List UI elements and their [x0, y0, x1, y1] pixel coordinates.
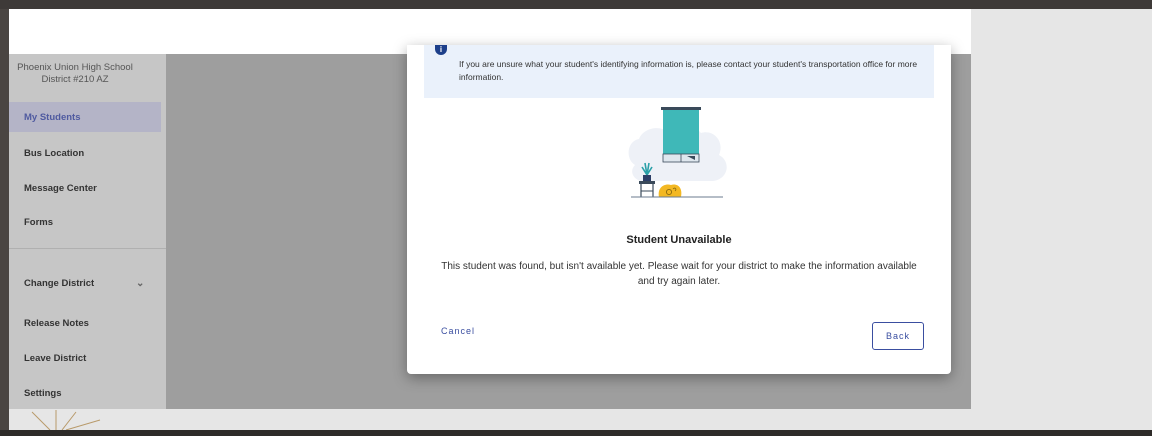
sidebar-item-release-notes[interactable]: Release Notes — [9, 308, 161, 338]
district-name-line2: District #210 AZ — [41, 74, 109, 85]
sidebar-item-change-district[interactable]: Change District ⌄ — [9, 268, 161, 298]
sidebar-item-label: Forms — [24, 216, 54, 228]
sidebar-item-label: Change District — [24, 277, 95, 289]
empty-state-illustration — [628, 107, 727, 198]
decorative-burst — [31, 410, 101, 430]
sidebar-item-label: My Students — [24, 111, 81, 123]
sidebar-item-label: Leave District — [24, 352, 87, 364]
info-icon: i — [435, 45, 447, 55]
info-text: If you are unsure what your student's id… — [459, 59, 918, 82]
dialog-title: Student Unavailable — [626, 234, 732, 246]
student-unavailable-dialog: i If you are unsure what your student's … — [407, 45, 951, 374]
sidebar-item-label: Message Center — [24, 182, 97, 194]
sidebar-item-leave-district[interactable]: Leave District — [9, 343, 161, 373]
sidebar-item-my-students[interactable]: My Students — [9, 102, 161, 132]
sidebar-item-bus-location[interactable]: Bus Location — [9, 138, 161, 168]
cancel-button[interactable]: Cancel — [441, 326, 475, 336]
top-frame-bar — [0, 0, 1152, 9]
sidebar-item-label: Release Notes — [24, 317, 89, 329]
sidebar-item-label: Settings — [24, 387, 62, 399]
chevron-down-icon: ⌄ — [136, 277, 145, 289]
sidebar-item-settings[interactable]: Settings — [9, 378, 161, 408]
info-banner: i If you are unsure what your student's … — [424, 45, 934, 98]
sidebar-item-message-center[interactable]: Message Center — [9, 173, 161, 203]
sidebar-divider — [9, 248, 166, 249]
back-button[interactable]: Back — [872, 322, 924, 350]
district-name-line1: Phoenix Union High School — [17, 62, 133, 73]
sidebar-item-label: Bus Location — [24, 147, 85, 159]
bottom-frame-bar — [0, 430, 1152, 436]
sidebar-item-forms[interactable]: Forms — [9, 207, 161, 237]
dialog-message: This student was found, but isn't availa… — [441, 261, 917, 287]
district-name: Phoenix Union High School District #210 … — [9, 62, 141, 86]
left-frame-edge — [0, 9, 9, 430]
sidebar: Phoenix Union High School District #210 … — [9, 54, 166, 409]
